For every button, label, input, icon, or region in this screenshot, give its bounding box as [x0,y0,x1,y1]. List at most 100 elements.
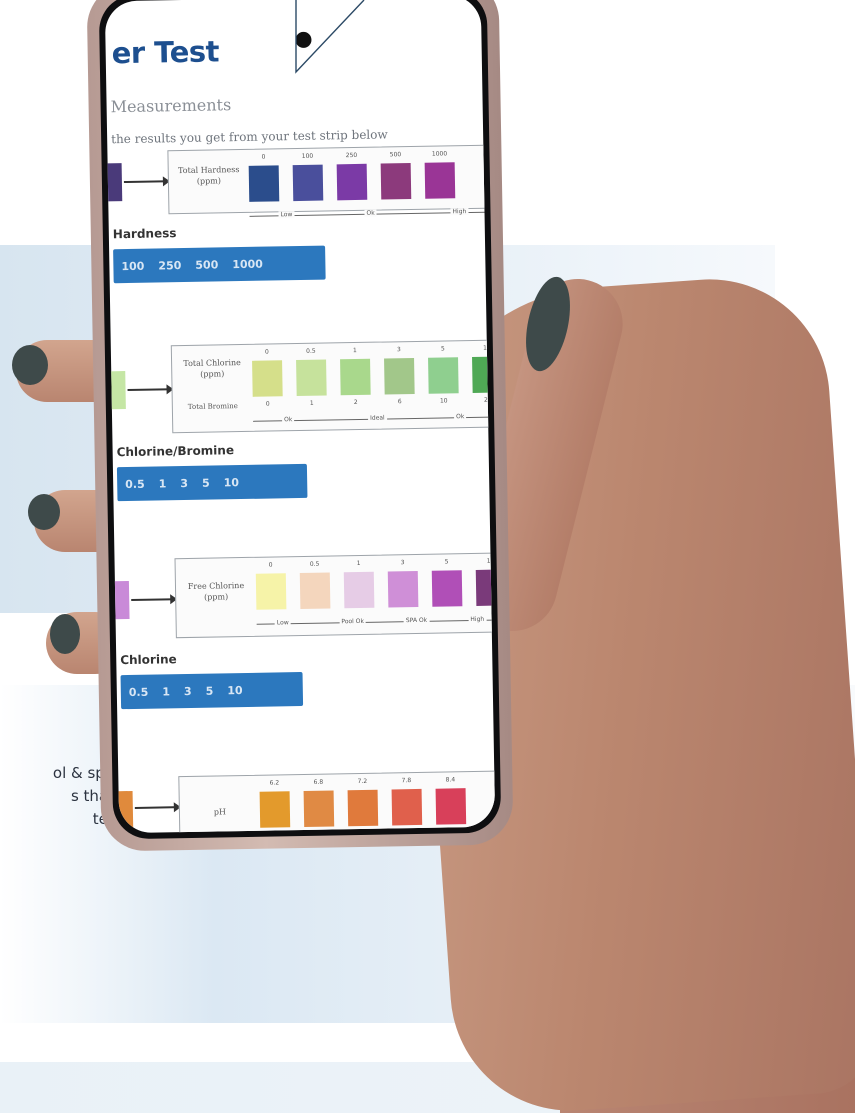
section-title: Hardness [112,226,177,242]
tick-value: 1 [352,346,357,355]
color-swatch [424,162,456,199]
tick-value-secondary: 20 [483,396,492,404]
range-label: SPA Ok [403,616,430,625]
color-swatch [343,571,375,609]
color-chart: Total Hardness (ppm) 0 100 250 500 1000 Low Ok… [167,144,496,219]
tick-value: 6.2 [269,779,280,787]
value-option-button[interactable]: 3 [184,684,192,697]
range-label: Ideal [368,414,387,422]
value-option-button[interactable]: 500 [195,258,218,271]
tick-value-secondary: 2 [353,398,358,407]
arrow-icon [127,388,172,392]
value-option-button[interactable]: 100 [121,259,144,272]
color-swatch [336,163,368,201]
range-label: Pool Ok [339,617,366,626]
app-screen: er Test Measurements the results you get… [104,0,496,834]
tick-value: 0.5 [309,560,320,568]
color-swatch [296,359,327,397]
tick-value: 1 [356,559,361,568]
value-selector: 0.5 1 3 5 10 [116,463,308,502]
arrow-icon [131,598,176,601]
tick-value: 8.4 [445,776,456,784]
color-swatch [252,360,283,397]
color-swatch [384,358,415,395]
color-swatch [435,788,467,825]
tick-value: 0 [268,561,273,569]
range-label: Ok [364,209,377,217]
range-label: Ok [282,416,295,424]
tick-value: 7.2 [357,777,368,786]
color-swatch [472,356,496,393]
test-strip-pad [109,371,126,410]
value-selector: 0.5 1 3 5 10 [120,671,304,710]
range-label: Ok [454,413,467,421]
color-swatch [292,164,324,202]
chart-label: pH [213,807,227,817]
tick-value: 0.5 [306,347,316,355]
color-swatch [347,789,379,827]
tick-value: 3 [400,559,405,567]
range-label: High [468,615,487,624]
color-swatch [340,358,371,396]
color-chart: Total Chlorine (ppm) Total Bromine 0 0.5 1… [170,339,496,434]
tick-value-secondary: 1 [309,399,314,407]
chart-label: Total Chlorine (ppm) [183,358,241,379]
test-strip-pad [112,581,130,620]
color-chart: pH 6.2 6.8 7.2 7.8 8.4 [178,770,496,834]
range-label: Low [274,619,291,627]
chart-label-secondary: Total Bromine [187,402,238,411]
value-option-button[interactable]: 1000 [232,257,263,271]
value-option-button[interactable]: 10 [224,476,240,489]
tick-value: 5 [440,345,445,353]
section-title: Chlorine/Bromine [116,443,235,460]
tick-value: 0 [264,348,269,356]
color-swatch [255,573,287,610]
tick-value: 10 [486,557,495,565]
color-swatch [248,165,280,202]
arrow-icon [123,180,168,184]
arrow-icon [134,806,179,809]
chart-label: Free Chlorine (ppm) [187,581,245,602]
value-option-button[interactable]: 3 [180,476,188,489]
tick-value: 100 [301,152,314,160]
value-option-button[interactable]: 250 [158,259,181,272]
color-swatch [299,572,331,610]
color-swatch [431,570,463,607]
value-option-button[interactable]: 5 [206,684,214,697]
tick-value: 500 [389,151,402,159]
tick-value-secondary: 6 [397,398,402,406]
tick-value: 5 [444,558,449,566]
side-text-line: s that [70,787,114,805]
tick-value: 250 [345,151,358,160]
tick-value: 0 [261,153,266,161]
value-option-button[interactable]: 0.5 [125,477,145,490]
value-option-button[interactable]: 10 [227,684,243,697]
tick-value-secondary: 0 [265,400,270,408]
side-text-line: ter [0,808,114,831]
value-option-button[interactable]: 0.5 [129,685,149,698]
decorative-triangle [295,0,365,74]
tick-value: 10 [482,344,491,352]
color-swatch [259,791,291,828]
color-swatch [391,788,423,826]
value-option-button[interactable]: 1 [162,685,170,698]
finger-nail [12,345,48,385]
tick-value: 6.8 [313,778,324,786]
value-option-button[interactable]: 1 [159,477,167,490]
phone-screen: er Test Measurements the results you get… [98,0,502,840]
color-swatch [428,357,459,394]
color-swatch [387,570,419,608]
range-label: Low [278,211,295,219]
range-label: High [450,208,469,216]
color-swatch [303,790,335,827]
value-selector: 100 250 500 1000 [113,245,326,284]
chart-label: Total Hardness (ppm) [177,165,240,186]
app-title: er Test [111,34,220,71]
app-instructions: the results you get from your test strip… [111,127,388,147]
finger-nail [28,494,60,530]
tick-value: 1000 [431,150,448,158]
range-line [256,619,496,625]
side-text-line: ol & spa [52,764,114,782]
value-option-button[interactable]: 5 [202,476,210,489]
section-title: Chlorine [120,652,177,668]
